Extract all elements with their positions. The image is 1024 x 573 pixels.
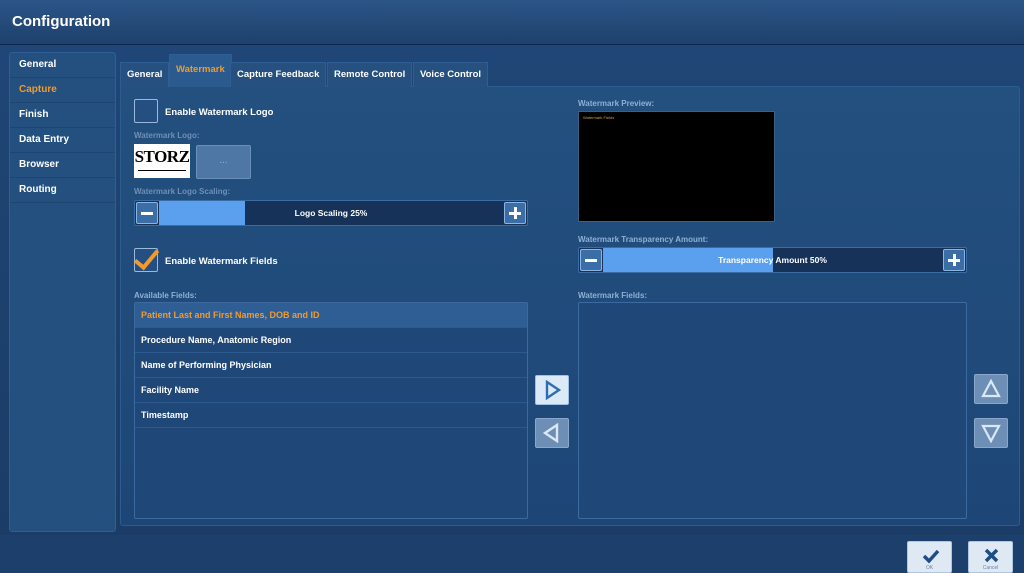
available-fields-list[interactable]: Patient Last and First Names, DOB and ID… (134, 302, 528, 519)
list-item[interactable]: Procedure Name, Anatomic Region (135, 328, 527, 353)
sidebar-item-general[interactable]: General (10, 53, 115, 78)
tab-capture-feedback[interactable]: Capture Feedback (230, 62, 327, 87)
watermark-logo-label: Watermark Logo: (134, 131, 200, 140)
enable-watermark-logo-label: Enable Watermark Logo (165, 107, 274, 118)
checkmark-icon (133, 243, 160, 271)
minus-icon (141, 212, 153, 215)
play-right-icon (545, 379, 562, 401)
browse-logo-button[interactable]: ... (196, 145, 251, 179)
title-bar: Configuration (0, 0, 1024, 45)
enable-watermark-fields-checkbox[interactable] (133, 243, 160, 272)
list-item[interactable]: Patient Last and First Names, DOB and ID (135, 303, 527, 328)
list-item[interactable]: Facility Name (135, 378, 527, 403)
play-left-icon (542, 422, 559, 444)
transparency-slider[interactable]: Transparency Amount 50% (578, 247, 967, 273)
logo-subline (138, 170, 186, 175)
tab-general[interactable]: General (120, 62, 170, 87)
watermark-preview-label: Watermark Preview: (578, 99, 655, 108)
plus-icon-vertical (952, 254, 956, 266)
sidebar-item-routing[interactable]: Routing (10, 178, 115, 203)
ok-button-label: OK (925, 565, 934, 571)
sidebar-item-browser[interactable]: Browser (10, 153, 115, 178)
move-down-button[interactable] (974, 418, 1008, 448)
transparency-increase-button[interactable] (943, 249, 965, 271)
remove-field-button[interactable] (535, 418, 569, 448)
add-field-button[interactable] (535, 375, 569, 405)
ok-button[interactable]: OK (907, 541, 952, 573)
storz-logo-text: STORZ (134, 147, 190, 166)
sidebar-item-capture[interactable]: Capture (10, 78, 115, 103)
storz-logo: STORZ (134, 144, 190, 178)
list-item[interactable]: Name of Performing Physician (135, 353, 527, 378)
cancel-button-label: Cancel (982, 565, 999, 571)
enable-watermark-fields-label: Enable Watermark Fields (165, 256, 278, 267)
logo-scaling-label: Watermark Logo Scaling: (134, 187, 231, 196)
window-title: Configuration (12, 13, 111, 30)
tab-remote-control[interactable]: Remote Control (327, 62, 413, 87)
watermark-fields-label: Watermark Fields: (578, 291, 648, 300)
enable-watermark-logo-checkbox[interactable] (134, 99, 158, 123)
move-up-button[interactable] (974, 374, 1008, 404)
tab-voice-control[interactable]: Voice Control (413, 62, 489, 87)
transparency-label: Watermark Transparency Amount: (578, 235, 709, 244)
tab-watermark[interactable]: Watermark (169, 54, 232, 87)
available-fields-label: Available Fields: (134, 291, 197, 300)
triangle-down-icon (981, 424, 1001, 444)
cancel-button[interactable]: Cancel (968, 541, 1013, 573)
transparency-decrease-button[interactable] (580, 249, 602, 271)
logo-scaling-slider[interactable]: Logo Scaling 25% (134, 200, 528, 226)
logo-scaling-text: Logo Scaling 25% (294, 208, 368, 218)
sidebar-item-data-entry[interactable]: Data Entry (10, 128, 115, 153)
sidebar: General Capture Finish Data Entry Browse… (9, 52, 116, 532)
logo-scaling-increase-button[interactable] (504, 202, 526, 224)
minus-icon (585, 259, 597, 262)
logo-scaling-decrease-button[interactable] (136, 202, 158, 224)
transparency-text: Transparency Amount 50% (718, 255, 827, 265)
watermark-preview: Watermark Fields (578, 111, 775, 222)
list-item[interactable]: Timestamp (135, 403, 527, 428)
preview-sample-text: Watermark Fields (583, 115, 615, 120)
plus-icon-vertical (513, 207, 517, 219)
watermark-fields-list[interactable] (578, 302, 967, 519)
sidebar-item-finish[interactable]: Finish (10, 103, 115, 128)
triangle-up-icon (981, 378, 1001, 398)
